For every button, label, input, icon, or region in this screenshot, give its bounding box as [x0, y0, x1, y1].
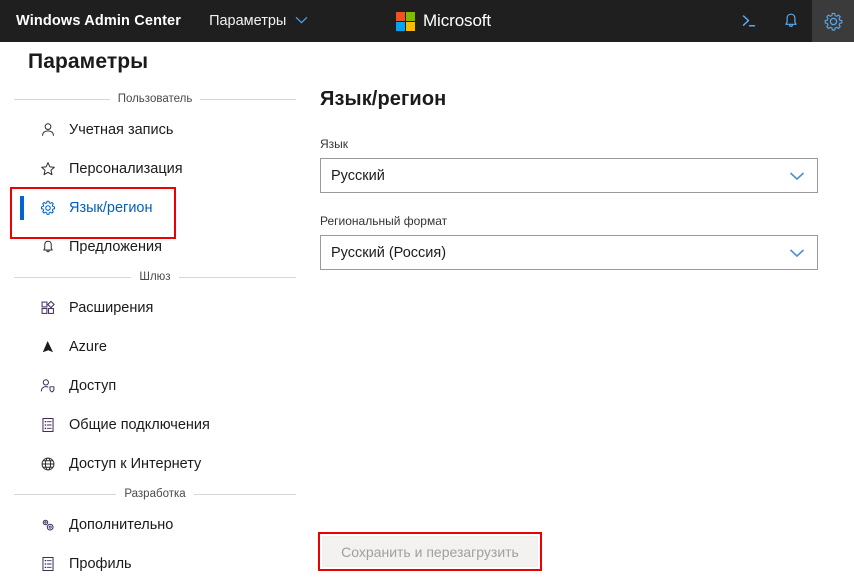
divider-line [14, 276, 132, 278]
sidebar-item-label: Дополнительно [69, 516, 174, 533]
save-and-restart-button[interactable]: Сохранить и перезагрузить [322, 536, 538, 567]
sidebar-item-personalization[interactable]: Персонализация [0, 149, 310, 188]
sidebar-item-label: Профиль [69, 555, 132, 572]
two-gears-icon [38, 515, 58, 535]
globe-icon [38, 454, 58, 474]
content-title: Язык/регион [320, 88, 447, 110]
bell-icon [38, 237, 58, 257]
sidebar-item-label: Доступ [69, 377, 117, 394]
divider-line [14, 493, 117, 495]
sidebar-section-header-gateway: Шлюз [0, 266, 310, 288]
app-brand-title[interactable]: Windows Admin Center [16, 13, 181, 29]
settings-sidebar: Пользователь Учетная запись Персонализац… [0, 88, 310, 579]
sidebar-item-extensions[interactable]: Расширения [0, 288, 310, 327]
list-document-icon [38, 554, 58, 574]
settings-detail-pane: Язык/регион Язык Русский Региональный фо… [320, 88, 854, 270]
divider-line [193, 493, 297, 495]
microsoft-wordmark: Microsoft [423, 11, 492, 30]
list-document-icon [38, 415, 58, 435]
person-icon [38, 120, 58, 140]
sidebar-item-label: Язык/регион [69, 199, 153, 216]
sidebar-item-suggestions[interactable]: Предложения [0, 227, 310, 266]
nav-dropdown-settings[interactable]: Параметры [209, 13, 308, 29]
regional-format-select-value: Русский (Россия) [331, 244, 447, 261]
sidebar-section-header-development: Разработка [0, 483, 310, 505]
top-navigation-bar: Windows Admin Center Параметры Microsoft [0, 0, 854, 42]
sidebar-item-label: Общие подключения [69, 416, 210, 433]
selection-indicator [20, 196, 24, 220]
gear-icon[interactable] [812, 0, 854, 42]
divider-line [200, 98, 297, 100]
sidebar-item-internet-access[interactable]: Доступ к Интернету [0, 444, 310, 483]
chevron-down-icon [295, 11, 308, 29]
top-action-buttons [728, 0, 854, 42]
field-label: Региональный формат [320, 214, 448, 228]
sidebar-section-label: Пользователь [117, 93, 193, 105]
sidebar-section-label: Шлюз [139, 271, 171, 283]
field-label: Язык [320, 137, 349, 151]
person-shield-icon [38, 376, 58, 396]
star-icon [38, 159, 58, 179]
sidebar-item-shared-connections[interactable]: Общие подключения [0, 405, 310, 444]
microsoft-logo: Microsoft [396, 0, 491, 42]
sidebar-item-label: Azure [69, 338, 107, 355]
field-language: Язык Русский [320, 137, 854, 193]
chevron-down-icon [789, 236, 805, 269]
sidebar-item-access[interactable]: Доступ [0, 366, 310, 405]
sidebar-item-azure[interactable]: Azure [0, 327, 310, 366]
field-regional-format: Региональный формат Русский (Россия) [320, 214, 854, 270]
gear-icon [38, 198, 58, 218]
sidebar-item-label: Персонализация [69, 160, 183, 177]
regional-format-select[interactable]: Русский (Россия) [320, 235, 818, 270]
sidebar-item-account[interactable]: Учетная запись [0, 110, 310, 149]
sidebar-section-label: Разработка [124, 488, 186, 500]
sidebar-item-language-region[interactable]: Язык/регион [0, 188, 310, 227]
chevron-down-icon [789, 159, 805, 192]
extensions-grid-icon [38, 298, 58, 318]
nav-dropdown-label: Параметры [209, 13, 287, 29]
divider-line [14, 98, 110, 100]
azure-triangle-icon [38, 337, 58, 357]
powershell-icon[interactable] [728, 0, 770, 42]
page-title: Параметры [28, 50, 149, 73]
bell-icon[interactable] [770, 0, 812, 42]
sidebar-item-advanced[interactable]: Дополнительно [0, 505, 310, 544]
language-select[interactable]: Русский [320, 158, 818, 193]
sidebar-section-header-user: Пользователь [0, 88, 310, 110]
sidebar-item-label: Учетная запись [69, 121, 174, 138]
sidebar-item-label: Расширения [69, 299, 154, 316]
sidebar-item-label: Доступ к Интернету [69, 455, 202, 472]
microsoft-squares-icon [396, 11, 415, 31]
sidebar-item-label: Предложения [69, 238, 162, 255]
language-select-value: Русский [331, 167, 385, 184]
sidebar-item-profile[interactable]: Профиль [0, 544, 310, 583]
divider-line [178, 276, 296, 278]
